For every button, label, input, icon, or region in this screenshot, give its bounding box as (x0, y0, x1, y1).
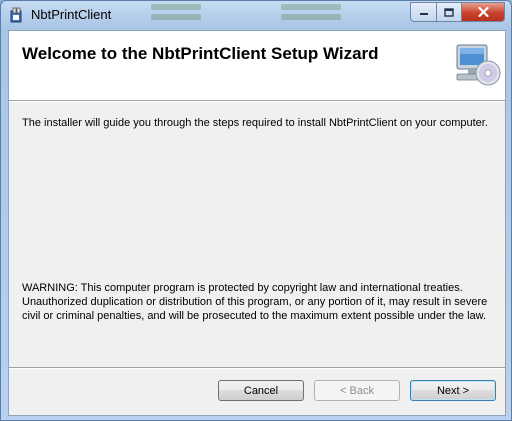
close-button[interactable] (462, 2, 505, 22)
wizard-client-area: Welcome to the NbtPrintClient Setup Wiza… (8, 30, 506, 416)
next-button[interactable]: Next > (410, 380, 496, 401)
computer-disc-icon (456, 44, 501, 86)
window-title: NbtPrintClient (31, 7, 112, 22)
title-bar[interactable]: NbtPrintClient (1, 1, 511, 29)
banner-divider (9, 101, 505, 102)
installer-app-icon (10, 7, 22, 23)
copyright-warning: WARNING: This computer program is protec… (22, 282, 488, 322)
minimize-button[interactable] (410, 2, 437, 22)
cancel-button[interactable]: Cancel (218, 380, 304, 401)
intro-text: The installer will guide you through the… (22, 117, 488, 129)
maximize-button[interactable] (437, 2, 462, 22)
minimize-icon (419, 13, 428, 15)
footer-divider (9, 367, 505, 369)
caption-buttons (410, 2, 505, 22)
wizard-title: Welcome to the NbtPrintClient Setup Wiza… (22, 44, 379, 63)
background-window-ghost (141, 1, 371, 21)
maximize-icon (444, 7, 454, 17)
wizard-banner: Welcome to the NbtPrintClient Setup Wiza… (9, 31, 505, 101)
close-icon (477, 7, 489, 17)
back-button[interactable]: < Back (314, 380, 400, 401)
installer-window: NbtPrintClient Welcome to the NbtPrintCl… (0, 0, 512, 421)
